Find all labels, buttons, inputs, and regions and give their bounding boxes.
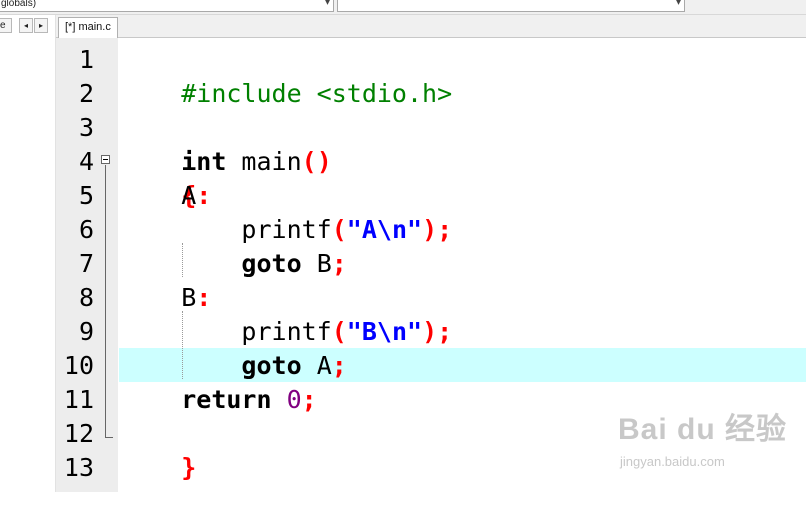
fold-collapse-icon[interactable]: [101, 155, 110, 164]
line-number: 5: [78, 181, 94, 210]
call-printf: printf: [241, 215, 332, 244]
parens: (): [301, 147, 332, 176]
keyword-return: return: [181, 385, 272, 414]
tab-scroll-left-button[interactable]: ◂: [19, 18, 33, 33]
code-line-6: printf("A\n");: [121, 213, 452, 247]
goto-target: B: [301, 249, 332, 278]
line-number: 6: [78, 215, 94, 244]
line-number: 8: [78, 283, 94, 312]
open-paren: (: [331, 215, 347, 244]
code-line-12: }: [121, 417, 196, 482]
project-panel: e ◂ ▸: [0, 15, 56, 492]
code-line-10: goto A;: [121, 349, 347, 383]
tab-scroll-right-button[interactable]: ▸: [34, 18, 48, 33]
baidu-jingyan-watermark: Bai du 经验 jingyan.baidu.com: [616, 404, 806, 490]
function-name-main: main: [226, 147, 302, 176]
line-number: 11: [63, 385, 94, 414]
editor-tab-strip: [*] main.c: [56, 15, 806, 38]
code-line-5: A:: [121, 179, 211, 213]
chevron-down-icon[interactable]: ▾: [676, 0, 681, 8]
goto-target: A: [301, 351, 332, 380]
line-number: 4: [78, 147, 94, 176]
keyword-goto: goto: [241, 249, 302, 278]
line-number: 9: [78, 317, 94, 346]
code-line-9: printf("B\n");: [121, 315, 452, 349]
fold-range-line: [105, 165, 106, 438]
preprocessor-include: #include <stdio.h>: [181, 79, 453, 108]
scope-combo-value: globals): [1, 0, 37, 9]
code-line-3: int main(): [121, 111, 332, 176]
string-literal: "A\n": [346, 215, 423, 244]
line-number: 13: [63, 453, 94, 482]
line-number: 3: [78, 113, 94, 142]
watermark-logo: Bai du 经验: [618, 413, 788, 446]
string-literal: "B\n": [346, 317, 423, 346]
tab-main-c[interactable]: [*] main.c: [58, 17, 118, 38]
open-paren: (: [331, 317, 347, 346]
code-line-1: #include <stdio.h>: [121, 43, 452, 108]
fold-end-marker: [105, 437, 113, 438]
function-combo[interactable]: ▾: [337, 0, 685, 12]
label-a: A: [181, 181, 197, 210]
line-number-gutter: 1 2 3 4 5 6 7 8 9 10 11 12 13: [56, 38, 118, 492]
close-brace: }: [181, 453, 197, 482]
semicolon: ;: [331, 249, 347, 278]
chevron-down-icon[interactable]: ▾: [325, 0, 330, 8]
scope-combo[interactable]: globals) ▾: [0, 0, 334, 12]
semicolon: ;: [331, 351, 347, 380]
label-colon: :: [196, 283, 212, 312]
number-literal: 0: [271, 385, 302, 414]
label-colon: :: [196, 181, 212, 210]
line-number: 7: [78, 249, 94, 278]
line-number: 2: [78, 79, 94, 108]
code-line-4: {: [121, 145, 196, 210]
code-line-8: B:: [121, 281, 211, 315]
semicolon: ;: [301, 385, 317, 414]
line-number: 10: [63, 351, 94, 380]
close-paren-semicolon: );: [422, 317, 453, 346]
toolbar: globals) ▾ ▾: [0, 0, 806, 15]
call-printf: printf: [241, 317, 332, 346]
code-line-7: goto B;: [121, 247, 347, 281]
line-number: 12: [63, 419, 94, 448]
panel-tab-strip: e ◂ ▸: [0, 17, 55, 34]
close-paren-semicolon: );: [422, 215, 453, 244]
label-b: B: [181, 283, 197, 312]
keyword-goto: goto: [241, 351, 302, 380]
code-line-11: return 0;: [121, 383, 317, 417]
line-number: 1: [78, 45, 94, 74]
panel-tab[interactable]: e: [0, 18, 12, 33]
watermark-url: jingyan.baidu.com: [620, 454, 725, 469]
